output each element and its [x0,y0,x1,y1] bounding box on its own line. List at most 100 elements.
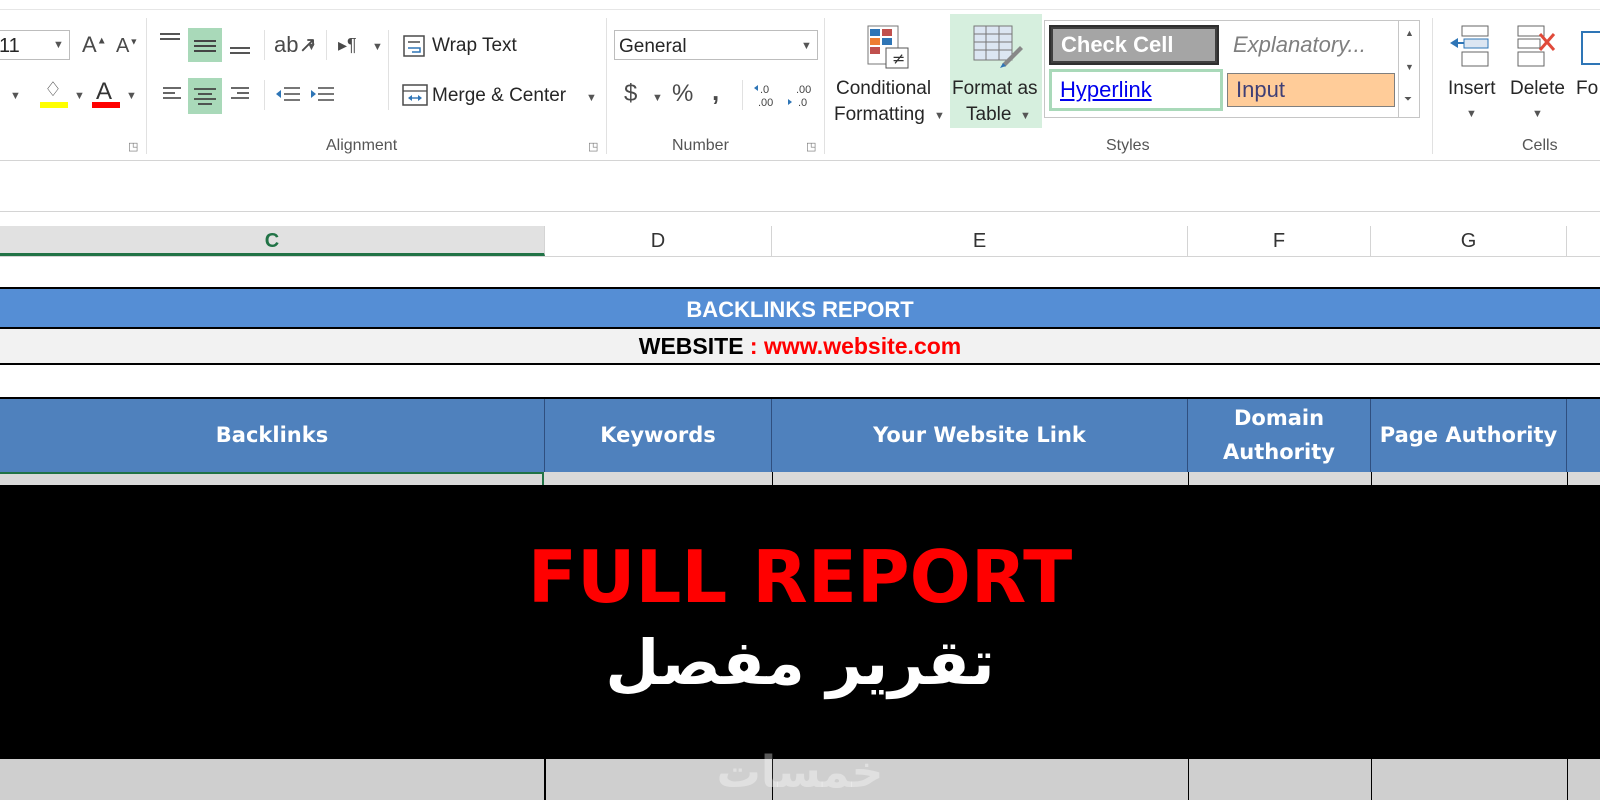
column-header-f[interactable]: F [1188,226,1371,256]
cell-border [1188,472,1189,485]
gallery-more-icon[interactable]: ⏷ [1404,94,1412,105]
increase-indent-icon[interactable] [308,82,336,108]
data-row [0,472,1600,485]
watermark-logo: خمسات [716,747,884,798]
website-label: WEBSITE [638,333,744,359]
fill-color-button[interactable]: ♢ [40,80,68,108]
cell-border [1371,472,1372,485]
cell-border [1371,757,1372,800]
format-as-table-label-1: Format as [952,78,1038,99]
top-align-icon[interactable] [156,28,184,58]
header-website-link[interactable]: Your Website Link [772,399,1188,472]
svg-text:≠: ≠ [892,49,905,68]
column-header-d[interactable]: D [545,226,772,256]
align-right-icon[interactable] [228,80,254,108]
decrease-decimal-icon[interactable]: .00.0 [788,82,818,110]
promo-overlay: FULL REPORT تقرير مفصل [0,485,1600,757]
table-header-row: Backlinks Keywords Your Website Link Dom… [0,397,1600,472]
font-color-dropdown-icon[interactable]: ▼ [126,90,137,102]
align-center-icon[interactable] [188,78,222,114]
comma-style-icon[interactable]: , [712,78,719,104]
gallery-scroll-up-icon[interactable]: ▲ [1405,28,1414,38]
font-dialog-launcher-icon[interactable]: ◳ [128,140,138,153]
paragraph-dropdown-icon[interactable]: ▼ [372,41,383,53]
chevron-down-icon: ▼ [53,39,64,51]
header-next[interactable] [1567,399,1600,472]
fill-color-swatch [40,102,68,108]
cells-group-label: Cells [1522,137,1558,154]
check-cell-style[interactable]: Check Cell [1049,25,1219,65]
overlay-title: FULL REPORT [527,535,1073,619]
bottom-align-icon[interactable] [226,28,254,62]
input-style[interactable]: Input [1227,73,1395,107]
paragraph-direction-icon[interactable]: ▸¶ [338,36,357,54]
conditional-formatting-label-1: Conditional [836,78,932,99]
cell-border [1188,757,1189,800]
delete-cells-button[interactable]: Delete ▼ [1504,20,1574,124]
middle-align-icon[interactable] [188,28,222,62]
separator [326,30,327,60]
report-title-cell[interactable]: BACKLINKS REPORT [0,287,1600,329]
group-separator [606,18,607,154]
column-header-e[interactable]: E [772,226,1188,256]
group-separator [1432,18,1433,154]
number-group-label: Number [672,137,729,154]
merge-center-icon [402,84,428,106]
format-as-table-label-2: Table [966,104,1012,125]
merge-dropdown-icon[interactable]: ▼ [586,92,597,104]
chevron-down-icon: ▼ [934,110,945,122]
data-row: خمسات [0,747,1600,800]
column-header-g[interactable]: G [1371,226,1567,256]
alignment-dialog-launcher-icon[interactable]: ◳ [588,140,598,153]
grow-font-icon[interactable]: A▲ [82,34,107,56]
gallery-scrollbar[interactable]: ▲ ▼ ⏷ [1398,20,1421,118]
header-backlinks[interactable]: Backlinks [0,399,545,472]
group-separator [824,18,825,154]
column-header-next[interactable] [1567,226,1600,256]
ribbon: 11 ▼ A▲ A▼ ▼ ♢ ▼ A ▼ ◳ ab↗ ▼ ▸¶ ▼ Wrap T… [0,0,1600,161]
website-cell[interactable]: WEBSITE : www.website.com [0,329,1600,365]
blank-row [0,257,1600,287]
website-separator: : [749,333,758,359]
orientation-dropdown-icon[interactable]: ▼ [306,41,317,53]
delete-label: Delete [1510,78,1565,99]
align-left-icon[interactable] [160,80,186,108]
alignment-group-label: Alignment [326,137,398,154]
separator [264,80,265,110]
font-size-combo[interactable]: 11 ▼ [0,30,70,60]
font-size-value: 11 [0,35,20,57]
svg-text:.0: .0 [798,97,807,109]
cell-border [1567,757,1568,800]
header-keywords[interactable]: Keywords [545,399,772,472]
conditional-formatting-button[interactable]: ≠ Conditional Formatting ▼ [830,18,948,128]
explanatory-style[interactable]: Explanatory... [1225,25,1405,65]
column-header-c[interactable]: C [0,226,545,256]
decrease-indent-icon[interactable] [274,82,302,108]
chevron-down-icon: ▼ [1532,108,1543,120]
header-domain-authority[interactable]: Domain Authority [1188,399,1371,472]
gallery-scroll-down-icon[interactable]: ▼ [1405,62,1414,72]
number-format-combo[interactable]: General ▼ [614,30,818,60]
delete-cells-icon [1517,25,1556,67]
font-color-button[interactable]: A [92,78,120,108]
conditional-formatting-label-2: Formatting [834,104,925,125]
header-page-authority[interactable]: Page Authority [1371,399,1567,472]
percent-icon[interactable]: % [672,82,693,106]
currency-dropdown-icon[interactable]: ▼ [652,92,663,104]
increase-decimal-icon[interactable]: .0.00 [752,82,782,110]
formula-bar-area[interactable] [0,161,1600,212]
insert-cells-button[interactable]: Insert ▼ [1440,20,1502,124]
font-color-swatch [92,102,120,108]
separator [742,80,743,110]
currency-icon[interactable]: $ [624,82,637,106]
shrink-font-icon[interactable]: A▼ [116,36,138,56]
format-cells-button[interactable]: Fo [1574,20,1600,124]
format-as-table-button[interactable]: Format as Table ▼ [950,14,1042,128]
borders-dropdown-icon[interactable]: ▼ [10,90,21,102]
active-cell[interactable] [0,472,544,485]
fill-color-dropdown-icon[interactable]: ▼ [74,90,85,102]
format-label: Fo [1576,78,1599,99]
hyperlink-style[interactable]: Hyperlink [1049,69,1223,111]
cell-border [544,757,546,800]
number-dialog-launcher-icon[interactable]: ◳ [806,140,816,153]
